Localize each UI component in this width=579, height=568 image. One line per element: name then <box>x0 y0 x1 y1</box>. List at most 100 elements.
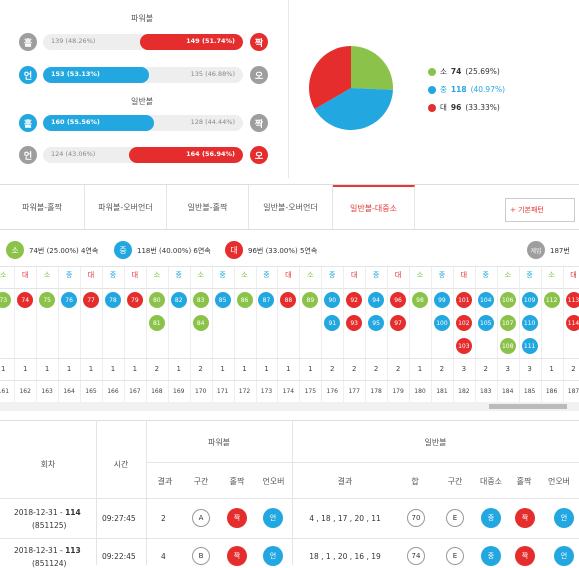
medium-icon: 중 <box>114 241 132 259</box>
pattern-count: 1 <box>88 365 94 373</box>
header-round: 회차 <box>40 460 56 469</box>
tab-general-oddeven[interactable]: 일반볼-홀짝 <box>167 185 249 229</box>
pattern-count: 2 <box>198 365 203 373</box>
pb-underover-bar: 153 (53.13%) 135 (46.88%) <box>43 67 243 83</box>
gen-underover-bar: 124 (43.06%) 164 (56.94%) <box>43 147 243 163</box>
pattern-ball: 86 <box>236 292 253 308</box>
pattern-header: 중 <box>65 271 73 279</box>
pattern-grid <box>0 266 579 404</box>
pattern-header: 중 <box>329 271 336 279</box>
scroll-thumb[interactable] <box>489 404 567 409</box>
pattern-round-number: 173 <box>260 388 273 395</box>
over-icon: 오 <box>250 146 268 164</box>
pattern-header: 중 <box>109 271 117 279</box>
pattern-ball: 108 <box>499 338 516 354</box>
general-title: 일반볼 <box>131 97 154 106</box>
over-icon: 오 <box>250 66 268 84</box>
pattern-ball: 79 <box>126 292 143 308</box>
pattern-count: 1 <box>132 365 138 373</box>
pattern-ball: 106 <box>499 292 516 308</box>
pattern-round-number: 172 <box>238 388 251 395</box>
tab-general-overunder[interactable]: 일반볼-오버언더 <box>249 185 333 229</box>
pattern-count: 2 <box>483 365 488 373</box>
pattern-header: 대 <box>131 271 139 279</box>
tab-powerball-oddeven[interactable]: 파워볼-홀짝 <box>0 185 85 229</box>
pattern-count: 2 <box>395 365 401 373</box>
pattern-ball: 95 <box>368 315 385 331</box>
pattern-round-number: 186 <box>545 388 558 395</box>
small-icon: 소 <box>6 241 24 259</box>
pattern-count: 2 <box>439 365 445 373</box>
pattern-ball: 99 <box>433 292 450 308</box>
pattern-round-number: 164 <box>63 388 75 395</box>
gen-oddeven-bar: 160 (55.56%) 128 (44.44%) <box>43 115 243 131</box>
pattern-ball: 84 <box>192 315 209 331</box>
pattern-header: 소 <box>504 271 511 279</box>
tab-general-size[interactable]: 일반볼-대중소 <box>333 185 415 229</box>
pattern-count: 2 <box>373 365 379 373</box>
pattern-count: 1 <box>22 365 28 373</box>
pattern-round-number: 162 <box>19 388 31 395</box>
pattern-ball: 109 <box>521 292 538 308</box>
pattern-round-number: 169 <box>173 388 185 395</box>
pattern-ball: 101 <box>455 292 472 308</box>
pattern-count: 1 <box>66 365 72 373</box>
header-result: 결과 <box>157 477 173 486</box>
pattern-ball: 102 <box>455 315 472 331</box>
medium-summary: 118번 (40.00%) 6연속 <box>137 247 211 255</box>
even-icon: 짝 <box>250 33 268 51</box>
pattern-count: 1 <box>286 365 291 373</box>
pattern-header: 대 <box>87 271 95 279</box>
pattern-count: 3 <box>527 365 532 373</box>
pattern-header: 소 <box>153 271 161 279</box>
pattern-count: 2 <box>351 365 357 373</box>
under-icon: 언 <box>19 66 37 84</box>
even-icon: 짝 <box>250 114 268 132</box>
pattern-ball: 97 <box>390 315 407 331</box>
pattern-round-number: 177 <box>348 388 360 395</box>
pattern-header: 소 <box>548 271 555 279</box>
pattern-round-number: 163 <box>41 388 53 395</box>
pattern-ball: 78 <box>104 292 121 308</box>
header-size: 대중소 <box>479 477 503 486</box>
green-dot-icon <box>428 67 436 76</box>
pattern-round-number: 181 <box>436 388 448 395</box>
pattern-round-number: 184 <box>501 388 514 395</box>
pattern-count: 1 <box>1 365 6 373</box>
header-time: 시간 <box>113 460 129 469</box>
pattern-round-number: 165 <box>85 388 97 395</box>
pattern-count: 1 <box>44 365 50 373</box>
pattern-count: 2 <box>330 365 335 373</box>
pattern-header: 소 <box>307 271 314 279</box>
header-powerball: 파워볼 <box>207 438 231 447</box>
pattern-round-number: 175 <box>304 388 317 395</box>
pattern-header: 중 <box>482 271 489 279</box>
legend-medium: 중 118 (40.97%) <box>428 84 505 95</box>
pattern-count: 1 <box>242 365 247 373</box>
pattern-ball: 96 <box>390 292 407 308</box>
header-underover-general: 언오버 <box>547 477 571 486</box>
odd-icon: 홀 <box>19 33 37 51</box>
header-underover: 언오버 <box>262 477 285 486</box>
header-oddeven-general: 홀짝 <box>516 477 532 486</box>
pattern-header: 대 <box>21 271 29 279</box>
pattern-ball: 111 <box>521 338 538 354</box>
pattern-ball: 112 <box>543 292 560 308</box>
pattern-header: 중 <box>219 271 226 279</box>
pattern-header: 중 <box>438 271 446 279</box>
pattern-header: 중 <box>263 271 270 279</box>
legend-small: 소 74 (25.69%) <box>428 66 500 77</box>
pattern-round-number: 178 <box>370 388 382 395</box>
pattern-round-number: 185 <box>523 388 536 395</box>
pattern-round-number: 168 <box>151 388 163 395</box>
pattern-header: 대 <box>394 271 402 279</box>
pattern-header: 대 <box>350 271 358 279</box>
pattern-round-number: 187 <box>567 388 579 395</box>
pattern-header: 중 <box>526 271 533 279</box>
pattern-ball: 80 <box>148 292 165 308</box>
pattern-select[interactable]: + 기본패턴 <box>505 198 575 222</box>
pattern-count: 1 <box>308 365 313 373</box>
tab-powerball-overunder[interactable]: 파워볼-오버언더 <box>85 185 167 229</box>
pattern-count: 1 <box>110 365 116 373</box>
large-summary: 96번 (33.00%) 5연속 <box>248 247 318 255</box>
